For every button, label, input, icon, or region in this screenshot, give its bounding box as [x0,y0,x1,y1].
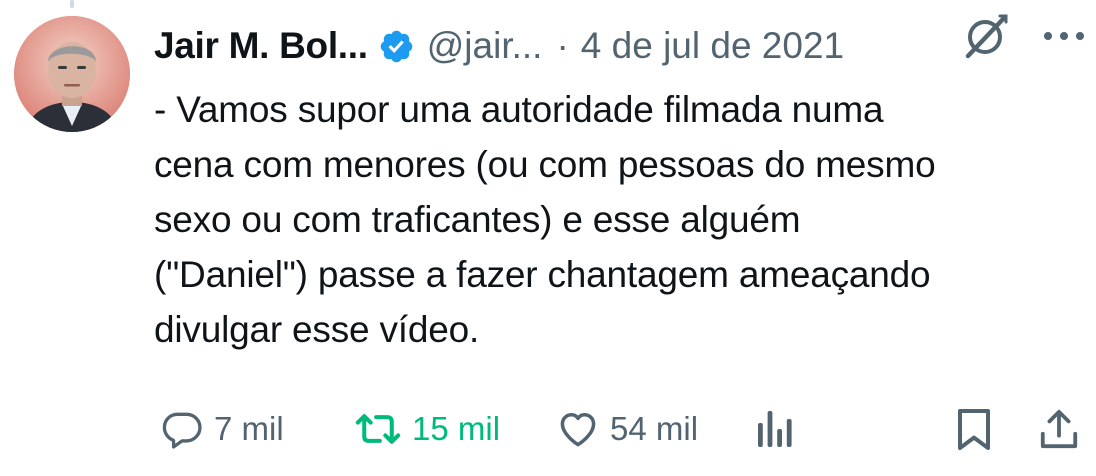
share-upload-icon [1038,407,1080,451]
bookmark-button[interactable] [954,398,994,460]
analytics-bars-icon [754,407,794,451]
tweet-text-line: divulgar esse vídeo. [154,309,480,350]
tweet-text-line: cena com menores (ou com pessoas do mesm… [154,144,936,185]
tweet-date[interactable]: 4 de jul de 2021 [581,25,844,67]
tweet-header: Jair M. Bol... @jair... · 4 de jul de 20… [154,18,1096,74]
tweet-text-line: sexo ou com traficantes) e esse alguém [154,199,801,240]
tweet-actions-bar: 7 mil 15 mil 54 mil [0,398,1096,460]
tweet-text: - Vamos supor uma autoridade filmada num… [154,82,1084,357]
retweet-arrows-icon [354,407,402,451]
reply-count: 7 mil [214,410,284,447]
avatar[interactable] [14,16,130,132]
like-count: 54 mil [610,410,699,447]
bookmark-icon [954,406,994,452]
tweet-text-line: ("Daniel") passe a fazer chantagem ameaç… [154,254,931,295]
share-button[interactable] [1038,398,1080,460]
retweet-button[interactable]: 15 mil [354,398,500,460]
header-separator: · [556,25,569,66]
retweet-count: 15 mil [412,410,501,447]
like-button[interactable]: 54 mil [556,398,698,460]
reply-bubble-icon [160,407,204,451]
avatar-image [14,16,130,132]
heart-icon [556,407,600,451]
more-dots-icon[interactable] [1040,24,1088,48]
verified-badge-icon [378,28,415,65]
reply-button[interactable]: 7 mil [160,398,284,460]
author-handle[interactable]: @jair... [427,25,543,67]
author-display-name[interactable]: Jair M. Bol... [154,25,368,67]
tweet-text-line: - Vamos supor uma autoridade filmada num… [154,89,884,130]
views-button[interactable] [754,398,794,460]
grok-icon[interactable] [958,8,1014,64]
thread-connector-line [70,0,74,8]
